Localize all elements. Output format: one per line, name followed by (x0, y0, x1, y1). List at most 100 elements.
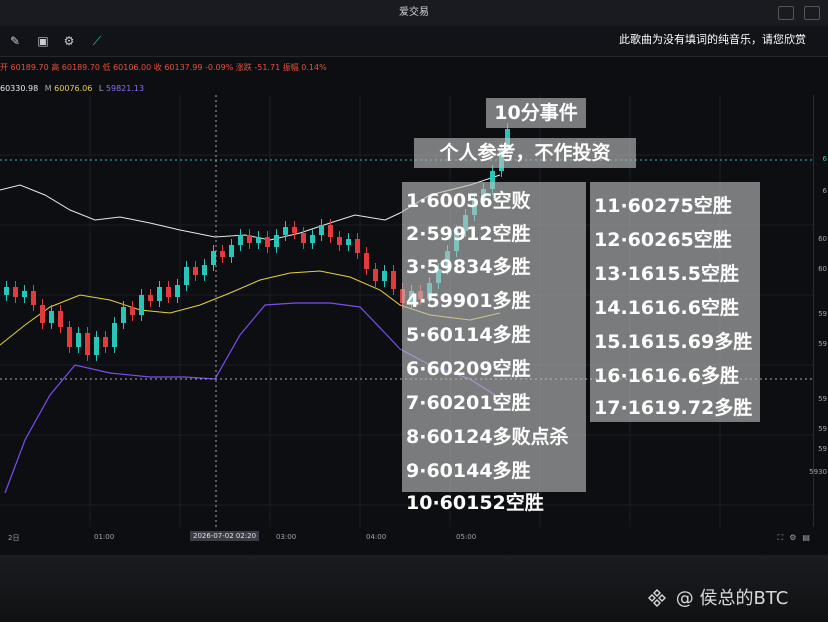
overlay-subtitle: 个人参考，不作投资 (414, 138, 636, 168)
screenshot-icon[interactable]: ▣ (36, 34, 50, 48)
time-label: 2日 (8, 534, 20, 542)
price-tick: 59 (818, 395, 827, 403)
list-item: 9·60144多胜 (406, 460, 531, 482)
ma-l-value: 59821.13 (105, 84, 145, 93)
list-item: 16·1616.6多胜 (594, 365, 739, 387)
candle-body (310, 235, 315, 243)
candle-body (94, 337, 99, 355)
time-axis: 2日 01:00 03:00 04:00 05:00 (0, 530, 816, 546)
ma-m-value: 60076.06 (54, 84, 93, 93)
draw-line-icon[interactable]: ⟋ (90, 34, 104, 48)
price-tick: 59 (818, 340, 827, 348)
list-item: 13·1615.5空胜 (594, 263, 739, 285)
candle-body (238, 235, 243, 245)
price-tick: 6 (822, 155, 827, 163)
candle-body (202, 265, 207, 275)
candle-body (211, 251, 216, 265)
list-item: 1·60056空败 (406, 190, 531, 212)
title-bar: 爱交易 (0, 0, 828, 26)
candle-body (391, 271, 396, 289)
watermark: @ 侯总的BTC (648, 584, 788, 610)
settings-icon[interactable]: ⚙ (62, 34, 76, 48)
candle-body (337, 237, 342, 245)
candle-body (40, 305, 45, 323)
list-item: 12·60265空胜 (594, 229, 732, 251)
list-item: 4·59901多胜 (406, 290, 531, 312)
candle-body (220, 251, 225, 257)
ma-l-label: L (98, 84, 104, 93)
candle-body (166, 287, 171, 297)
candle-body (283, 227, 288, 235)
binance-logo-icon (648, 589, 666, 607)
candle-body (364, 253, 369, 269)
candle-body (22, 291, 27, 297)
candle-body (247, 235, 252, 243)
candle-body (256, 237, 261, 243)
candle-body (67, 327, 72, 347)
window-controls (778, 6, 820, 20)
ma-m-label: M (44, 84, 52, 93)
bb-upper-value: 60330.98 (0, 84, 39, 93)
price-axis: 6 6 60 60 59 59 59 59 59 5930 (809, 95, 828, 527)
candle-body (382, 271, 387, 281)
candle-body (121, 307, 126, 323)
candle-body (85, 333, 90, 355)
ohlc-info: 开 60189.70 高 60189.70 低 60106.00 收 60137… (0, 63, 327, 72)
crosshair-time-label: 2026-07-02 02:20 (190, 531, 260, 541)
overlay-title: 10分事件 (486, 98, 586, 128)
candle-body (157, 287, 162, 301)
candle-body (139, 295, 144, 315)
price-tick: 60 (818, 235, 827, 243)
candle-body (373, 269, 378, 281)
candle-body (319, 225, 324, 235)
candle-body (49, 311, 54, 323)
candle-body (130, 307, 135, 315)
song-notice: 此歌曲为没有填词的纯音乐，请您欣赏 (619, 33, 806, 46)
price-tick: 59 (818, 310, 827, 318)
list-item: 10·60152空胜 (406, 492, 544, 514)
candle-body (328, 225, 333, 237)
watermark-text: @ 侯总的BTC (675, 588, 789, 609)
candle-body (103, 337, 108, 347)
candle-body (193, 267, 198, 275)
list-item: 14.1616.6空胜 (594, 297, 739, 319)
candle-body (346, 239, 351, 245)
list-item: 17·1619.72多胜 (594, 397, 753, 419)
price-tick: 6 (822, 187, 827, 195)
candle-body (229, 245, 234, 257)
price-tick: 59 (818, 425, 827, 433)
candle-body (184, 267, 189, 285)
candle-body (274, 235, 279, 247)
candle-body (148, 295, 153, 301)
list-item: 5·60114多胜 (406, 324, 531, 346)
pen-tool-icon[interactable]: ✎ (8, 34, 22, 48)
chart-bottom-icons[interactable]: ⛶⚙▤ (778, 533, 816, 543)
candle-body (112, 323, 117, 347)
candle-body (13, 287, 18, 297)
minimize-button[interactable] (778, 6, 794, 20)
list-item: 2·59912空胜 (406, 223, 531, 245)
candle-body (76, 333, 81, 347)
screen: 爱交易 ✎ ▣ ⚙ ⟋ 此歌曲为没有填词的纯音乐，请您欣赏 开 60189.70… (0, 0, 828, 555)
price-tick: 60 (818, 265, 827, 273)
price-tick: 59 (818, 445, 827, 453)
candle-body (175, 285, 180, 297)
price-tick: 5930 (809, 468, 827, 476)
candle-body (31, 291, 36, 305)
list-item: 15.1615.69多胜 (594, 331, 753, 353)
candle-body (265, 237, 270, 247)
candle-body (292, 227, 297, 233)
maximize-button[interactable] (804, 6, 820, 20)
time-label: 03:00 (276, 533, 297, 541)
candle-body (355, 239, 360, 253)
event-list-right: 11·60275空胜 12·60265空胜 13·1615.5空胜 14.161… (590, 182, 760, 422)
window-title: 爱交易 (399, 7, 429, 18)
list-item: 7·60201空胜 (406, 392, 531, 414)
list-item: 11·60275空胜 (594, 195, 732, 217)
list-item: 8·60124多败点杀 (406, 426, 569, 448)
candle-body (58, 311, 63, 327)
candle-body (301, 233, 306, 243)
event-list-left: 1·60056空败 2·59912空胜 3·59834多胜 4·59901多胜 … (402, 182, 586, 514)
candle-body (4, 287, 9, 295)
ma-legend: 60330.98 M 60076.06 L 59821.13 (0, 84, 144, 93)
